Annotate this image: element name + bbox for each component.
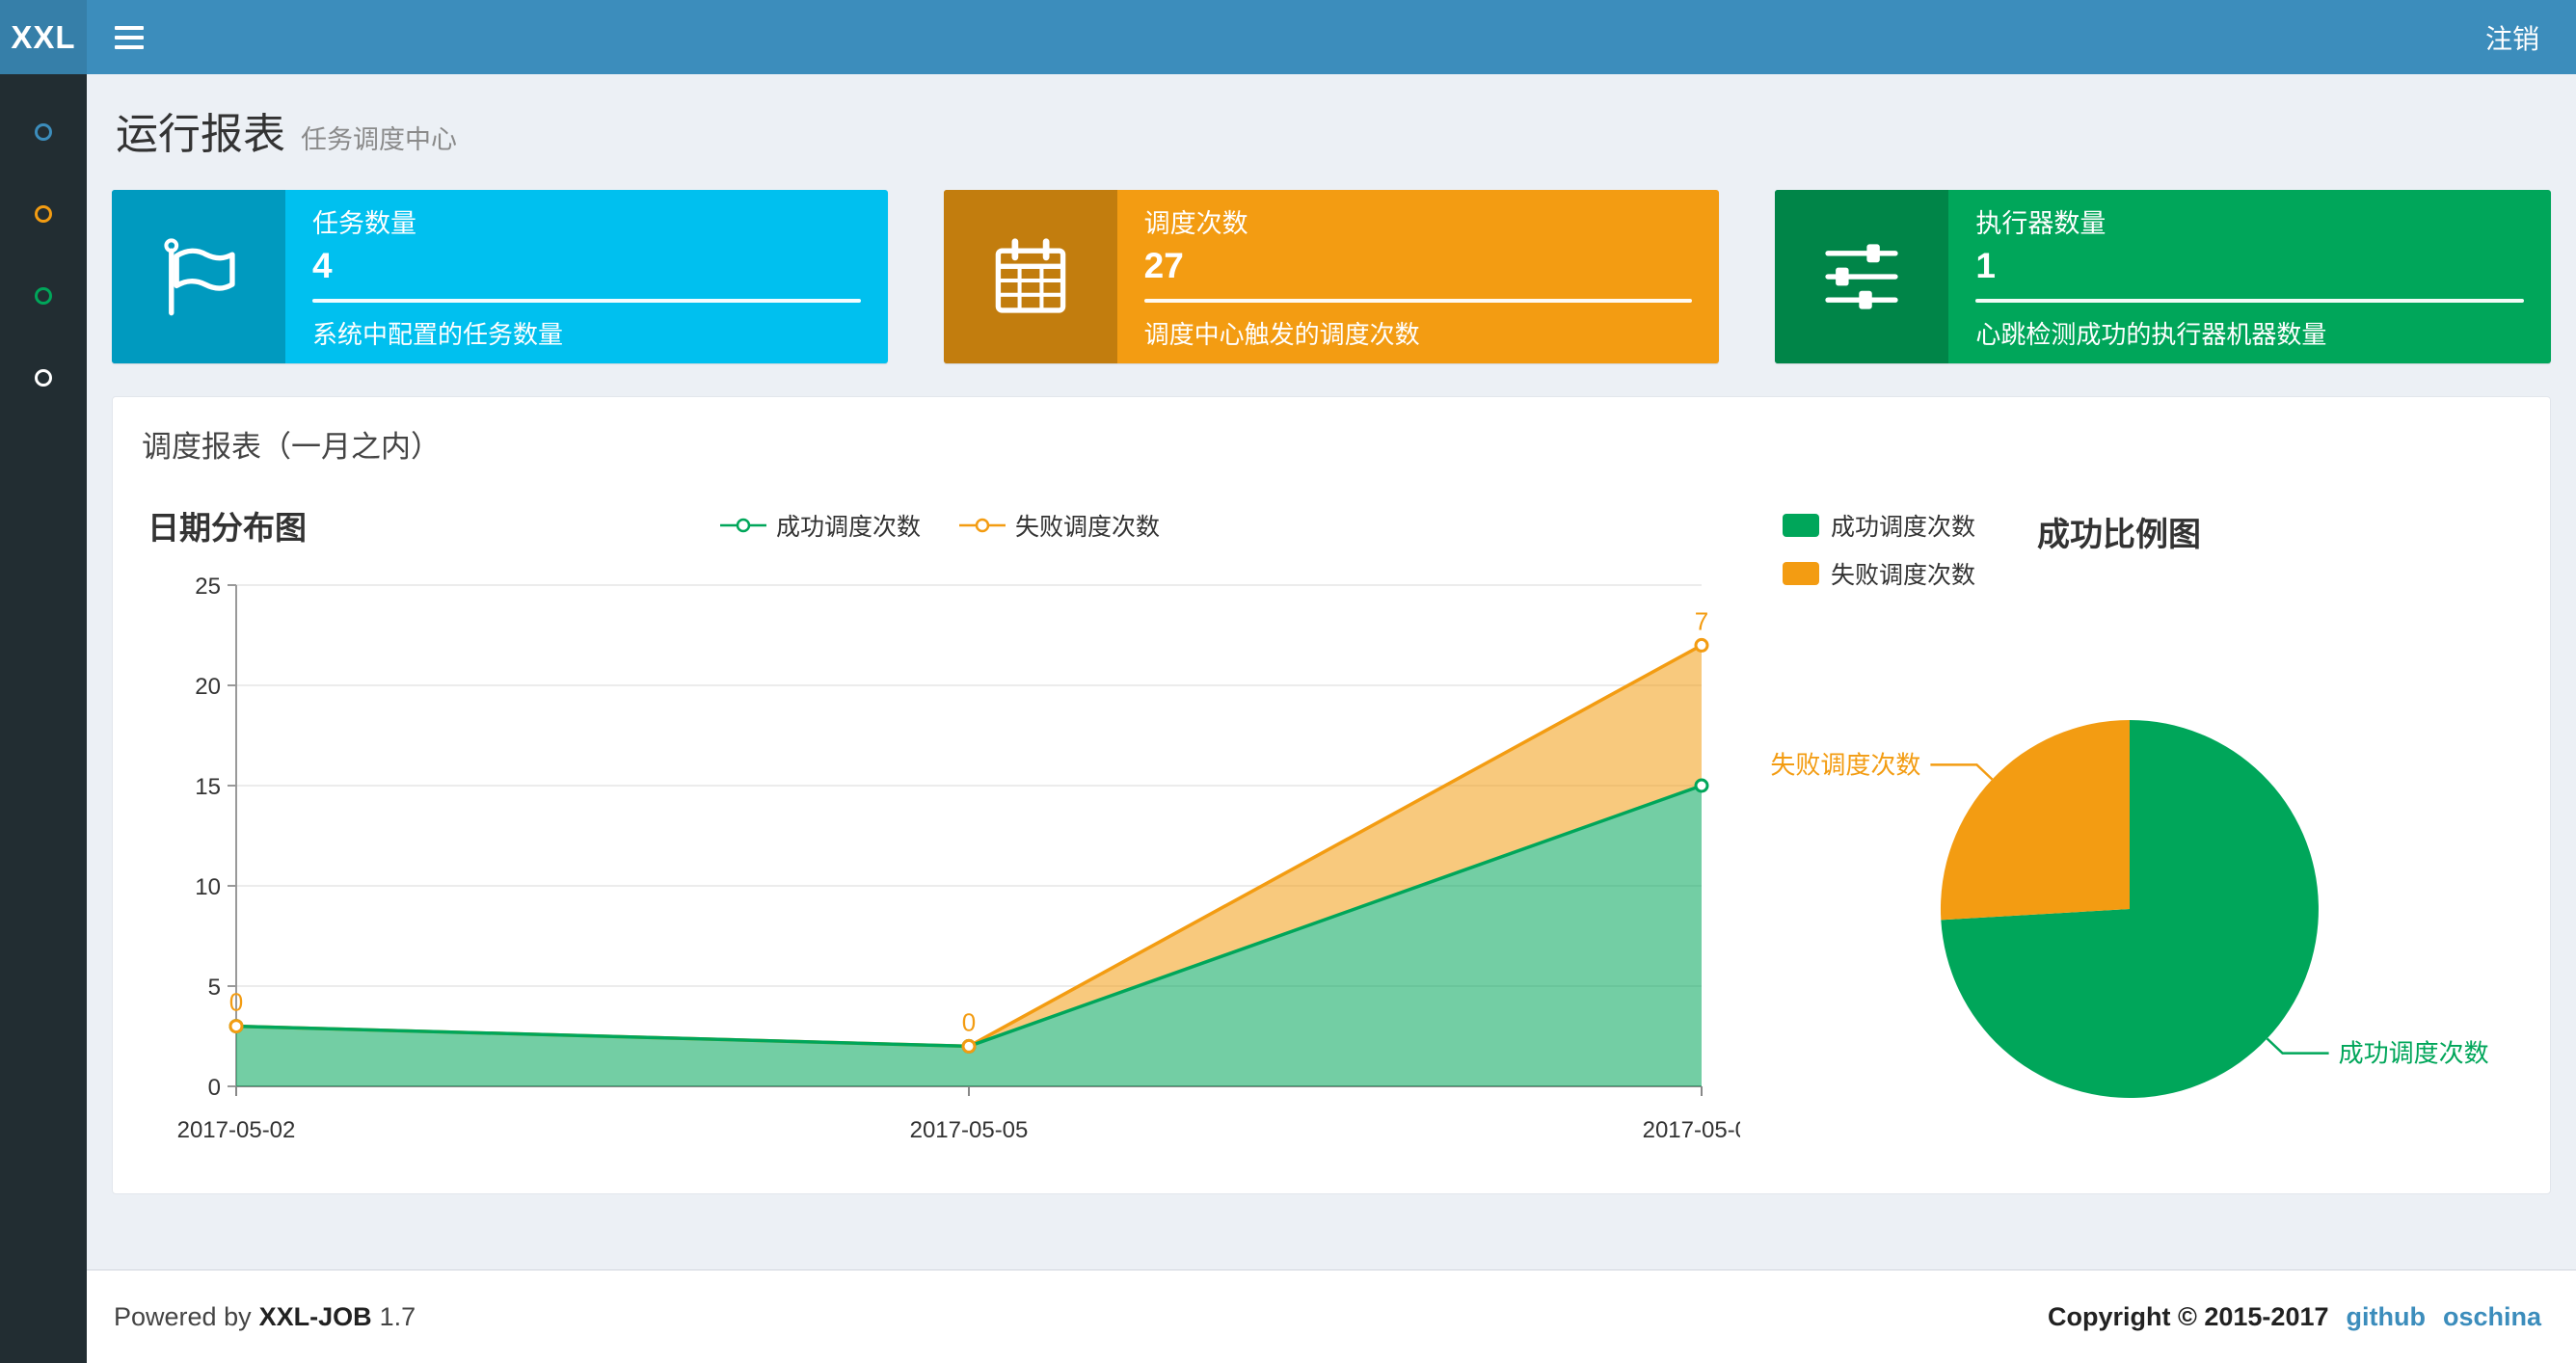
top-navbar: XXL 注销 [0,0,2576,74]
legend-item-success[interactable]: 成功调度次数 [1783,508,1975,543]
sidebar-nav [0,74,87,1363]
page-title: 运行报表 [116,111,285,158]
info-box-description: 系统中配置的任务数量 [312,320,564,349]
circle-icon [35,123,52,141]
powered-by: Powered by XXL-JOB 1.7 [114,1302,416,1332]
charts-row: 日期分布图 成功调度次数 失败调度次数 0 5 10 15 20 25 2017… [113,485,2550,1164]
oschina-link[interactable]: oschina [2443,1302,2541,1332]
svg-text:失败调度次数: 失败调度次数 [1770,750,1920,779]
pie-chart-legend: 成功调度次数 失败调度次数 [1783,508,1975,591]
legend-item-fail[interactable]: 失败调度次数 [959,508,1160,543]
svg-text:7: 7 [1695,606,1708,635]
line-chart-legend: 成功调度次数 失败调度次数 [719,508,1160,543]
pie-chart-title: 成功比例图 [2037,517,2202,553]
legend-line-marker-icon [959,518,1006,533]
svg-text:15: 15 [195,774,221,800]
legend-label: 成功调度次数 [1831,514,1976,541]
circle-icon [35,205,52,223]
info-box-content: 调度次数 27 调度中心触发的调度次数 [1117,190,1720,363]
app-logo[interactable]: XXL [0,0,87,74]
legend-label: 成功调度次数 [775,514,921,541]
legend-swatch-icon [1783,562,1819,585]
info-box-description: 调度中心触发的调度次数 [1143,320,1420,349]
main-content: 运行报表 任务调度中心 任务数量 4 系统中配置的任务数量 调度次数 27 调度… [87,74,2576,1269]
success-ratio-pie-chart: 成功调度次数 失败调度次数 [1770,720,2489,1098]
info-box-row: 任务数量 4 系统中配置的任务数量 调度次数 27 调度中心触发的调度次数 执行… [112,190,2552,363]
page-header: 运行报表 任务调度中心 [116,99,2551,161]
info-box-description: 心跳检测成功的执行器机器数量 [1975,320,2327,349]
info-box-label: 执行器数量 [1975,209,2106,238]
info-box-progress [1975,299,2525,303]
svg-text:0: 0 [208,1075,221,1101]
info-box-progress [312,299,861,303]
svg-text:成功调度次数: 成功调度次数 [2339,1039,2489,1068]
info-box-content: 执行器数量 1 心跳检测成功的执行器机器数量 [1948,190,2551,363]
legend-label: 失败调度次数 [1015,514,1161,541]
info-box-content: 任务数量 4 系统中配置的任务数量 [285,190,888,363]
svg-text:2017-05-02: 2017-05-02 [177,1117,296,1143]
product-version: 1.7 [379,1301,416,1331]
sidebar-item-1[interactable] [0,121,87,143]
legend-swatch-icon [1783,514,1819,537]
panel-title: 调度报表（一月之内） [142,430,441,464]
navbar-spacer [172,0,2449,74]
date-distribution-chart: 05101520252017-05-022017-05-052017-05-08… [177,574,1761,1143]
legend-label: 失败调度次数 [1831,562,1976,589]
sidebar-item-3[interactable] [0,285,87,307]
product-name: XXL-JOB [258,1301,372,1331]
info-box-jobs: 任务数量 4 系统中配置的任务数量 [112,190,888,363]
sidebar-item-2[interactable] [0,203,87,225]
svg-text:2017-05-08: 2017-05-08 [1643,1117,1740,1143]
info-box-number: 27 [1143,246,1184,285]
svg-text:2017-05-05: 2017-05-05 [910,1117,1029,1143]
sidebar-item-4[interactable] [0,367,87,388]
date-distribution-section: 日期分布图 成功调度次数 失败调度次数 0 5 10 15 20 25 2017… [140,494,1761,1164]
success-ratio-section: 成功调度次数 失败调度次数 成功比例图 成功调度次数 失败调度次数 [1740,494,2523,1164]
line-chart-title: 日期分布图 [148,510,307,546]
hamburger-menu-button[interactable] [87,0,172,74]
info-box-triggers: 调度次数 27 调度中心触发的调度次数 [943,190,1720,363]
page-footer: Powered by XXL-JOB 1.7 Copyright © 2015-… [87,1269,2576,1363]
info-box-label: 调度次数 [1143,209,1248,238]
schedule-report-panel: 调度报表（一月之内） 日期分布图 成功调度次数 失败调度次数 0 5 10 15… [112,396,2551,1194]
svg-text:0: 0 [229,988,243,1017]
circle-icon [35,369,52,387]
svg-text:10: 10 [195,874,221,900]
legend-item-success[interactable]: 成功调度次数 [719,508,921,543]
info-box-executors: 执行器数量 1 心跳检测成功的执行器机器数量 [1775,190,2552,363]
circle-icon [35,287,52,305]
pie-chart-header: 成功调度次数 失败调度次数 成功比例图 [1783,508,2523,591]
svg-text:20: 20 [195,674,221,700]
github-link[interactable]: github [2347,1302,2426,1332]
svg-text:0: 0 [962,1007,976,1036]
calendar-icon [943,190,1117,363]
svg-text:25: 25 [195,574,221,600]
info-box-number: 4 [312,246,333,285]
info-box-label: 任务数量 [312,209,416,238]
footer-right: Copyright © 2015-2017 github oschina [2048,1302,2541,1332]
page-subtitle: 任务调度中心 [301,125,457,154]
copyright-text: Copyright © 2015-2017 [2047,1301,2329,1331]
sliders-icon [1775,190,1949,363]
hamburger-icon [115,25,144,30]
legend-line-marker-icon [719,518,766,533]
flag-icon [112,190,285,363]
line-chart-header: 日期分布图 成功调度次数 失败调度次数 [140,494,1740,556]
powered-prefix: Powered by [114,1301,252,1331]
info-box-progress [1143,299,1693,303]
logout-link[interactable]: 注销 [2449,0,2576,74]
svg-text:5: 5 [208,975,221,1001]
legend-item-fail[interactable]: 失败调度次数 [1783,556,1975,591]
info-box-number: 1 [1975,246,1996,285]
